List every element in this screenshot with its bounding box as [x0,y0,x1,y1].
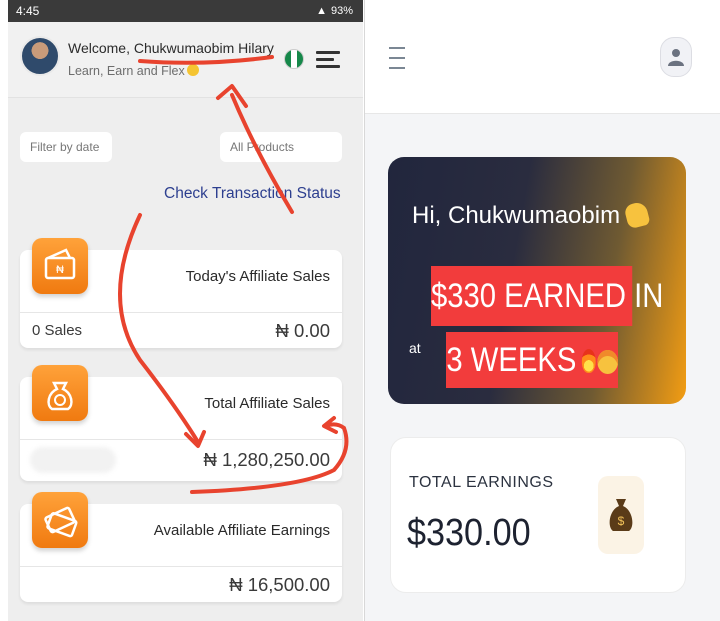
sales-count: 0 Sales [32,322,83,339]
user-icon[interactable] [660,37,692,77]
overlay-caption-text: 3 WEEKS [446,341,577,379]
status-bar: 4:45 ▲ 93% [8,0,363,22]
filter-by-date-input[interactable]: Filter by date [20,132,112,162]
signal-icon: ▲ [316,5,327,17]
products-filter-select[interactable]: All Products [220,132,342,162]
sales-amount: ₦ 0.00 [275,320,330,341]
card-title: Total Affiliate Sales [204,395,330,412]
app-header [365,0,720,114]
todays-affiliate-sales-card: ₦ Today's Affiliate Sales 0 Sales ₦ 0.00 [20,238,342,348]
promo-banner: Hi, Chukwumaobim at $330 EARNED IN 3 WEE… [388,157,686,404]
screenshot-stage: 4:45 ▲ 93% Welcome, Chukwumaobim Hilary … [0,0,720,621]
status-time: 4:45 [16,4,40,18]
svg-text:$: $ [618,514,625,528]
menu-icon[interactable] [316,51,340,69]
fire-icon [581,349,596,373]
available-affiliate-earnings-card: Available Affiliate Earnings ₦ 16,500.00 [20,492,342,602]
blurred-count [30,447,116,473]
smile-emoji-icon [186,64,199,76]
tagline: Learn, Earn and Flex [68,64,199,78]
greeting-text: Hi, Chukwumaobim [412,202,621,229]
right-phone-screen: Hi, Chukwumaobim at $330 EARNED IN 3 WEE… [364,0,720,621]
overlay-caption-line-1: $330 EARNED IN [431,266,663,326]
tagline-text: Learn, Earn and Flex [68,64,185,78]
earnings-label: TOTAL EARNINGS [409,474,554,491]
welcome-text: Welcome, Chukwumaobim Hilary [68,40,274,56]
check-transaction-status-link[interactable]: Check Transaction Status [164,185,341,203]
left-phone-screen: 4:45 ▲ 93% Welcome, Chukwumaobim Hilary … [8,0,363,621]
wallet-icon: ₦ [32,238,88,294]
waving-hand-icon [623,200,651,230]
money-bag-icon [32,365,88,421]
flag-icon [284,49,304,69]
cash-icon [32,492,88,548]
partial-text: at [409,340,421,356]
battery-level: 93% [330,5,353,17]
avatar[interactable] [20,36,60,76]
overlay-caption-line-2: 3 WEEKS [446,332,618,388]
money-bag-icon: $ [598,476,644,554]
available-earnings-amount: ₦ 16,500.00 [229,574,330,595]
card-title: Available Affiliate Earnings [153,522,330,539]
total-earnings-card: TOTAL EARNINGS $330.00 $ [390,437,686,593]
mind-blown-icon [596,350,618,374]
total-sales-amount: ₦ 1,280,250.00 [203,449,330,470]
card-title: Today's Affiliate Sales [185,268,330,285]
total-affiliate-sales-card: Total Affiliate Sales ₦ 1,280,250.00 [20,365,342,481]
earnings-amount: $330.00 [407,512,531,554]
greeting: Hi, Chukwumaobim [412,200,651,230]
app-header: Welcome, Chukwumaobim Hilary Learn, Earn… [8,22,363,98]
menu-icon[interactable] [389,47,405,71]
svg-text:₦: ₦ [56,264,64,276]
